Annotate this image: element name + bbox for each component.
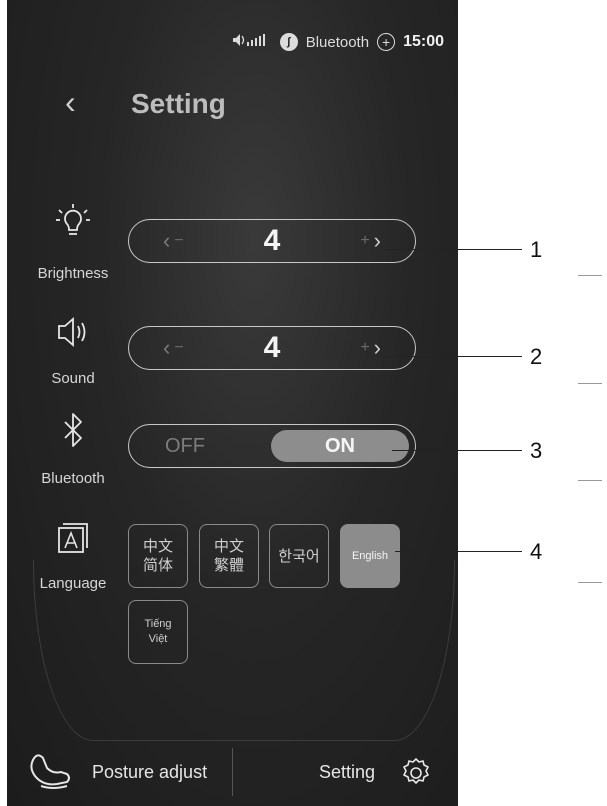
plus-icon: + [360, 339, 370, 356]
callout-line-2 [385, 356, 522, 357]
language-option-line1: 中文 [142, 538, 173, 555]
plus-icon: + [360, 232, 370, 249]
sound-label: Sound [51, 370, 95, 387]
gear-icon[interactable] [399, 756, 433, 795]
chevron-left-icon: ‹ [163, 228, 171, 253]
brightness-decrease-button[interactable]: ‹ − [163, 228, 188, 254]
lightbulb-icon [53, 202, 93, 242]
nav-divider [232, 748, 233, 796]
page-title: Setting [131, 88, 226, 119]
bluetooth-badge-icon: ʃ [279, 33, 298, 51]
bottom-nav: Posture adjust Setting [7, 740, 458, 806]
sound-decrease-button[interactable]: ‹ − [163, 335, 188, 361]
brightness-value: 4 [263, 224, 281, 257]
brightness-label: Brightness [37, 265, 109, 282]
chevron-left-icon: ‹ [163, 335, 171, 360]
callout-line-1 [385, 249, 522, 250]
bluetooth-toggle[interactable]: OFF ON [128, 424, 416, 468]
setting-tab[interactable]: Setting [319, 762, 375, 783]
posture-adjust-tab[interactable]: Posture adjust [92, 762, 207, 783]
margin-tick [578, 275, 602, 276]
sound-increase-button[interactable]: + › [356, 335, 381, 361]
callout-number-1: 1 [530, 237, 543, 262]
margin-tick [578, 582, 602, 583]
callout-number-4: 4 [530, 539, 543, 564]
status-bar: ʃ Bluetooth + 15:00 [232, 28, 444, 56]
clock-time: 15:00 [403, 33, 444, 50]
callout-line-3 [392, 450, 522, 451]
chair-icon [27, 750, 75, 799]
device-screen: ʃ Bluetooth + 15:00 ‹ Setting Brightness… [7, 0, 458, 806]
decorative-arc [33, 560, 455, 741]
bluetooth-on-option[interactable]: ON [271, 430, 409, 462]
brightness-increase-button[interactable]: + › [356, 228, 381, 254]
chevron-right-icon: › [373, 228, 381, 253]
bluetooth-status-label: Bluetooth [305, 33, 370, 51]
bluetooth-off-option[interactable]: OFF [165, 435, 205, 458]
margin-tick [578, 480, 602, 481]
callout-line-4 [395, 551, 522, 552]
brightness-stepper: ‹ − 4 + › [128, 219, 416, 263]
callout-number-3: 3 [530, 438, 543, 463]
minus-icon: − [174, 232, 184, 249]
language-icon [53, 518, 93, 558]
sound-value: 4 [263, 331, 281, 364]
bluetooth-icon [53, 410, 93, 450]
speaker-icon [53, 312, 93, 352]
minus-icon: − [174, 339, 184, 356]
back-button[interactable]: ‹ [65, 84, 76, 121]
callout-number-2: 2 [530, 344, 543, 369]
language-option-line1: 中文 [213, 538, 244, 555]
signal-volume-icon [232, 32, 272, 52]
chevron-right-icon: › [373, 335, 381, 360]
margin-tick [578, 383, 602, 384]
bluetooth-label: Bluetooth [41, 470, 105, 487]
plus-circle-icon: + [377, 33, 396, 51]
sound-stepper: ‹ − 4 + › [128, 326, 416, 370]
